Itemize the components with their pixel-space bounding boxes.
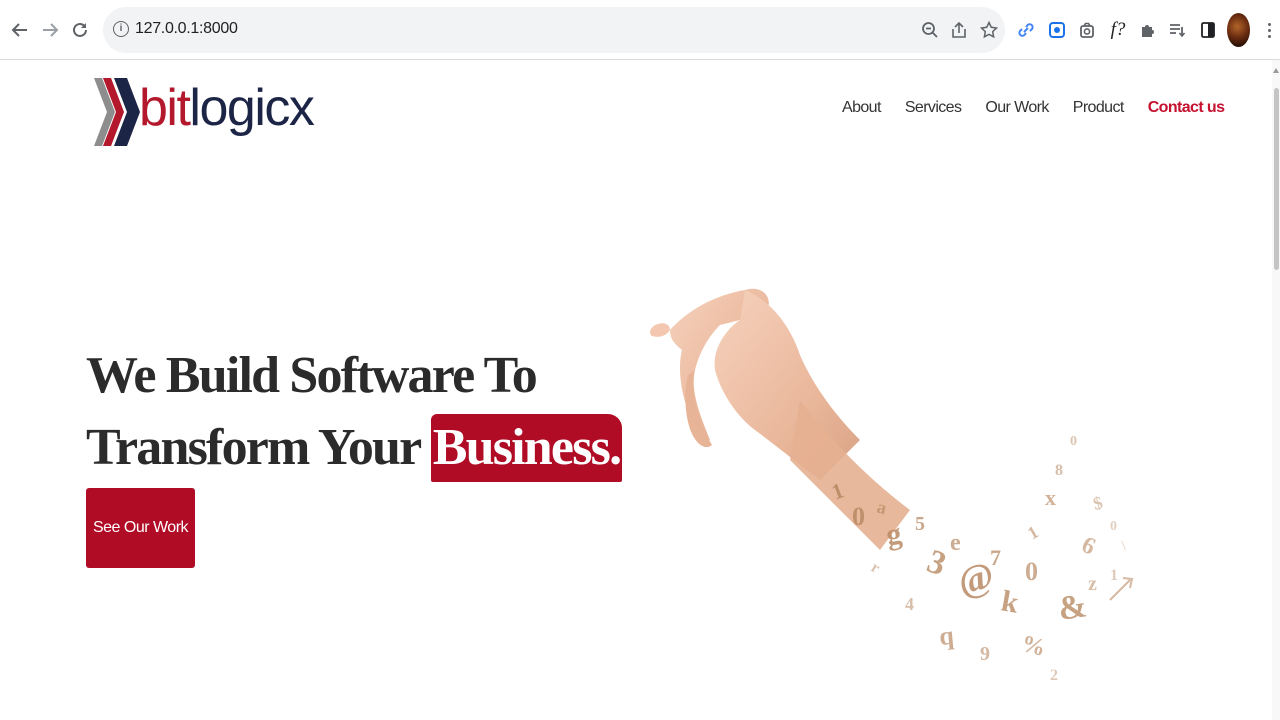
camera-extension[interactable] xyxy=(1075,18,1099,42)
svg-text:z: z xyxy=(1088,573,1097,595)
main-nav: About Services Our Work Product Contact … xyxy=(842,99,1225,123)
browser-toolbar: i 127.0.0.1:8000 f? xyxy=(0,0,1280,60)
forward-button[interactable] xyxy=(38,18,62,42)
nav-product[interactable]: Product xyxy=(1073,99,1125,123)
svg-text:0: 0 xyxy=(852,502,865,531)
web-page: bitlogicx About Services Our Work Produc… xyxy=(0,60,1280,720)
reading-list-icon xyxy=(1170,24,1186,38)
svg-text:2: 2 xyxy=(1050,667,1058,684)
page-scrollbar[interactable] xyxy=(1272,60,1280,720)
back-button[interactable] xyxy=(8,18,32,42)
camera-icon xyxy=(1080,22,1094,38)
extensions-button[interactable] xyxy=(1136,18,1160,42)
link-icon xyxy=(1018,23,1034,37)
zoom-button[interactable] xyxy=(919,19,941,41)
scroll-up-icon[interactable] xyxy=(1273,68,1279,73)
site-logo[interactable]: bitlogicx xyxy=(93,76,315,152)
svg-text:7: 7 xyxy=(990,545,1001,570)
side-panel-icon xyxy=(1201,22,1215,38)
scrollbar-thumb[interactable] xyxy=(1274,88,1279,270)
function-extension[interactable]: f? xyxy=(1106,18,1130,42)
svg-text:1: 1 xyxy=(1110,567,1118,584)
hero-highlight: Business. xyxy=(430,414,623,482)
zoom-icon xyxy=(922,22,938,38)
reload-icon xyxy=(73,22,87,37)
share-button[interactable] xyxy=(948,19,970,41)
svg-text:4: 4 xyxy=(905,594,914,614)
avatar[interactable] xyxy=(1227,13,1250,47)
more-vert-icon xyxy=(1267,22,1271,38)
logo-mark-icon xyxy=(94,78,140,146)
arrow-right-icon xyxy=(43,23,59,37)
svg-text:5: 5 xyxy=(915,513,925,535)
star-icon xyxy=(980,21,998,39)
svg-text:$: $ xyxy=(1091,492,1105,514)
svg-text:0: 0 xyxy=(1025,557,1038,586)
svg-text:%: % xyxy=(1018,631,1048,662)
nav-services[interactable]: Services xyxy=(905,99,962,123)
screen-capture-extension[interactable] xyxy=(1045,18,1069,42)
link-extension[interactable] xyxy=(1014,18,1038,42)
url-text[interactable]: 127.0.0.1:8000 xyxy=(135,20,238,38)
browser-menu-button[interactable] xyxy=(1262,18,1276,42)
logo-suffix: logicx xyxy=(189,79,314,137)
see-our-work-button[interactable]: See Our Work xyxy=(86,488,195,568)
svg-text:1: 1 xyxy=(1024,522,1042,544)
nav-contact-us[interactable]: Contact us xyxy=(1148,99,1225,123)
svg-text:0: 0 xyxy=(1110,519,1117,534)
hero-illustration: 1 0 a g 5 3 e @ 7 k 0 1 x 8 & 6 0 z $ 1 … xyxy=(650,288,1134,684)
svg-text:&: & xyxy=(1056,587,1089,628)
hero-headline: We Build Software To Transform Your Busi… xyxy=(86,340,623,484)
info-icon[interactable]: i xyxy=(113,21,129,37)
svg-text:q: q xyxy=(938,621,955,651)
svg-text:x: x xyxy=(1045,485,1056,510)
share-icon xyxy=(952,21,966,38)
svg-text:3: 3 xyxy=(922,543,951,584)
svg-text:r: r xyxy=(868,559,883,577)
svg-text:/: / xyxy=(1117,538,1131,553)
reading-list-button[interactable] xyxy=(1165,18,1189,42)
puzzle-icon xyxy=(1142,25,1154,37)
nav-about[interactable]: About xyxy=(842,99,881,123)
hero-line-2-text: Transform Your xyxy=(86,419,421,476)
address-bar[interactable]: i 127.0.0.1:8000 xyxy=(103,7,1005,53)
hero-line-2: Transform Your Business. xyxy=(86,412,623,484)
svg-text:e: e xyxy=(950,530,961,556)
bookmark-button[interactable] xyxy=(978,19,1000,41)
hero-line-1: We Build Software To xyxy=(86,347,538,404)
svg-text:6: 6 xyxy=(1077,532,1099,561)
svg-text:9: 9 xyxy=(980,643,990,665)
function-icon: f? xyxy=(1110,19,1126,40)
reload-button[interactable] xyxy=(68,18,92,42)
screen-capture-icon xyxy=(1049,22,1065,38)
side-panel-button[interactable] xyxy=(1196,18,1220,42)
logo-prefix: bit xyxy=(139,79,191,137)
svg-text:0: 0 xyxy=(1070,434,1077,449)
svg-text:8: 8 xyxy=(1055,462,1063,479)
svg-text:k: k xyxy=(999,584,1021,619)
nav-our-work[interactable]: Our Work xyxy=(985,99,1049,123)
logo-wordmark: bitlogicx xyxy=(139,78,315,138)
arrow-left-icon xyxy=(11,23,27,37)
